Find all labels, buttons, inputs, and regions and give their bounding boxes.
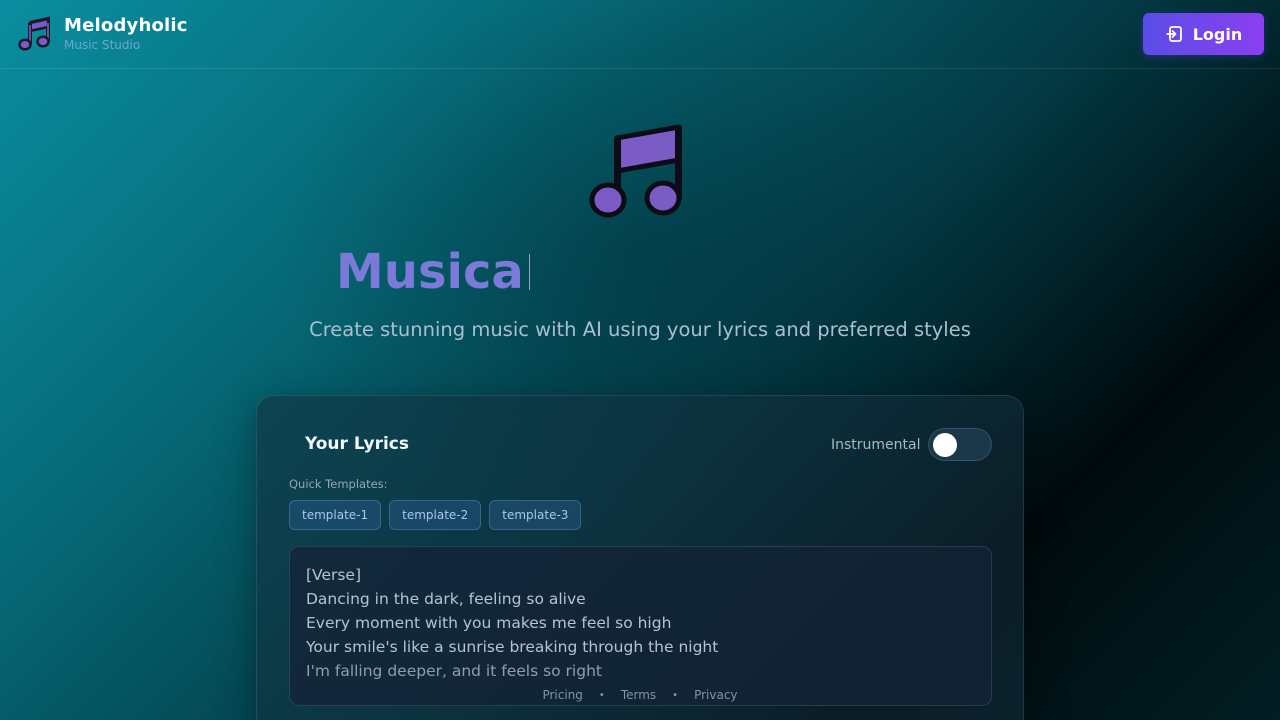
instrumental-label: Instrumental bbox=[831, 437, 921, 453]
footer: Pricing • Terms • Privacy bbox=[0, 686, 1280, 704]
typing-caret bbox=[528, 254, 530, 290]
footer-separator: • bbox=[598, 689, 605, 701]
lyric-line: Your smile's like a sunrise breaking thr… bbox=[306, 638, 719, 656]
lyrics-card-title: Your Lyrics bbox=[305, 434, 410, 454]
template-chip-2[interactable]: template-2 bbox=[389, 500, 482, 530]
lyric-line: [Verse] bbox=[306, 566, 362, 584]
template-chip-3[interactable]: template-3 bbox=[489, 500, 582, 530]
lyric-line: I'm falling deeper, and it feels so righ… bbox=[306, 662, 602, 680]
music-note-icon bbox=[18, 16, 50, 51]
brand[interactable]: Melodyholic Music Studio bbox=[18, 14, 188, 52]
hero-title: Musica bbox=[336, 242, 530, 302]
brand-subtitle: Music Studio bbox=[64, 38, 141, 52]
hero-subtitle: Create stunning music with AI using your… bbox=[309, 318, 971, 341]
quick-templates-label: Quick Templates: bbox=[289, 477, 388, 491]
hero-title-text: Musica bbox=[336, 244, 524, 300]
brand-title: Melodyholic bbox=[64, 15, 188, 36]
login-button[interactable]: Login bbox=[1143, 13, 1264, 55]
lyric-line: Every moment with you makes me feel so h… bbox=[306, 614, 672, 632]
login-icon bbox=[1166, 26, 1182, 42]
lyrics-card: Your Lyrics Instrumental Quick Templates… bbox=[256, 395, 1024, 720]
toggle-knob bbox=[933, 433, 957, 457]
footer-link-terms[interactable]: Terms bbox=[621, 688, 656, 702]
brand-text: Melodyholic Music Studio bbox=[64, 14, 188, 52]
login-label: Login bbox=[1192, 24, 1243, 44]
lyrics-textarea[interactable]: [Verse] Dancing in the dark, feeling so … bbox=[289, 546, 992, 706]
top-bar: Melodyholic Music Studio Login bbox=[0, 0, 1280, 69]
footer-link-pricing[interactable]: Pricing bbox=[542, 688, 582, 702]
music-note-icon bbox=[589, 124, 682, 218]
footer-link-privacy[interactable]: Privacy bbox=[694, 688, 737, 702]
template-chip-1[interactable]: template-1 bbox=[289, 500, 382, 530]
footer-separator: • bbox=[672, 689, 679, 701]
template-chips: template-1 template-2 template-3 bbox=[289, 500, 582, 530]
instrumental-toggle[interactable] bbox=[928, 428, 992, 461]
lyric-line: Dancing in the dark, feeling so alive bbox=[306, 590, 586, 608]
